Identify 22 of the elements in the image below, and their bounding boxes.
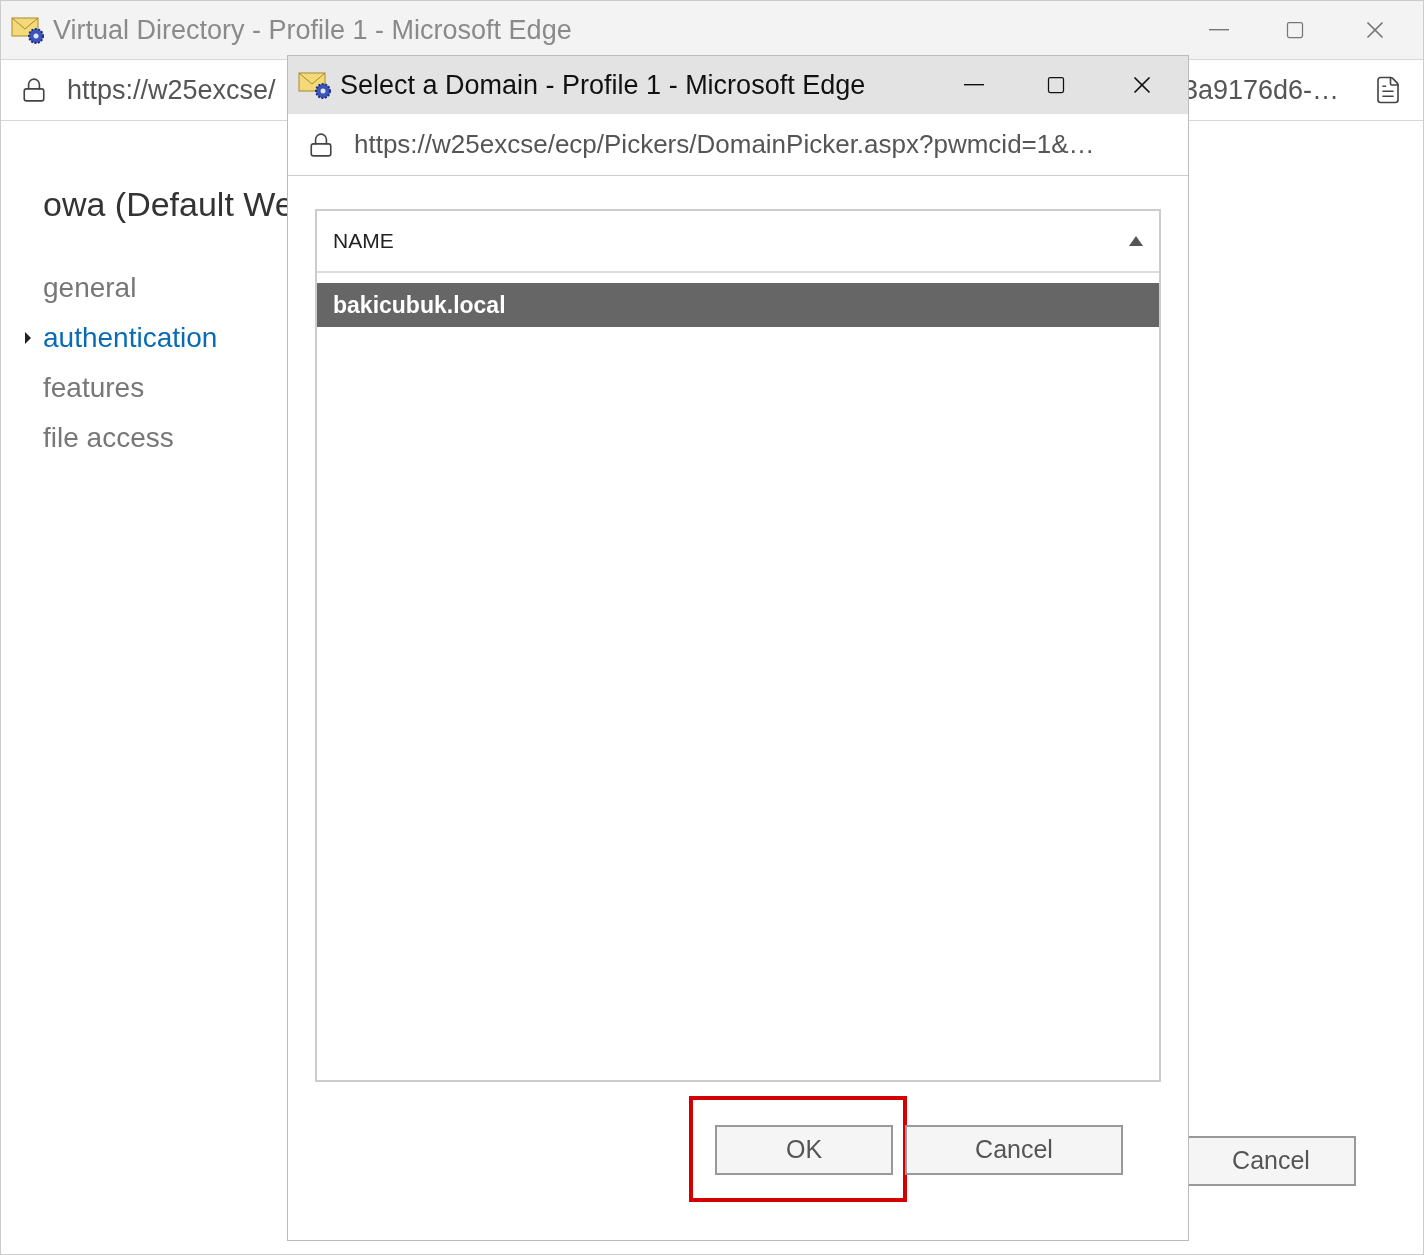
lock-icon [308, 131, 334, 158]
maximize-icon [1046, 75, 1066, 95]
minimize-icon [1209, 29, 1229, 31]
nav-link[interactable]: file access [43, 417, 174, 459]
mail-gear-icon [11, 15, 45, 45]
list-row[interactable]: bakicubuk.local [317, 283, 1159, 327]
cancel-button[interactable]: Cancel [905, 1125, 1123, 1175]
maximize-icon [1285, 20, 1305, 40]
column-header[interactable]: NAME [317, 211, 1159, 273]
nav-link[interactable]: features [43, 367, 145, 409]
url-text: https://w25excse/ [67, 73, 276, 107]
minimize-icon [964, 84, 984, 86]
mail-gear-icon [298, 70, 332, 100]
url-text: 3a9176d6-… [1182, 73, 1339, 107]
nav-link[interactable]: general [43, 267, 137, 309]
nav-link[interactable]: authentication [43, 317, 218, 359]
window-title: Select a Domain - Profile 1 - Microsoft Edge [340, 68, 866, 102]
window-title: Virtual Directory - Profile 1 - Microsoft Edge [53, 13, 572, 47]
lock-icon [21, 77, 47, 103]
url-text: https://w25excse/ecp/Pickers/DomainPicker.aspx?pwmcid=1&… [354, 128, 1095, 161]
ok-button[interactable]: OK [715, 1125, 893, 1175]
cancel-button[interactable]: Cancel [1186, 1136, 1356, 1186]
